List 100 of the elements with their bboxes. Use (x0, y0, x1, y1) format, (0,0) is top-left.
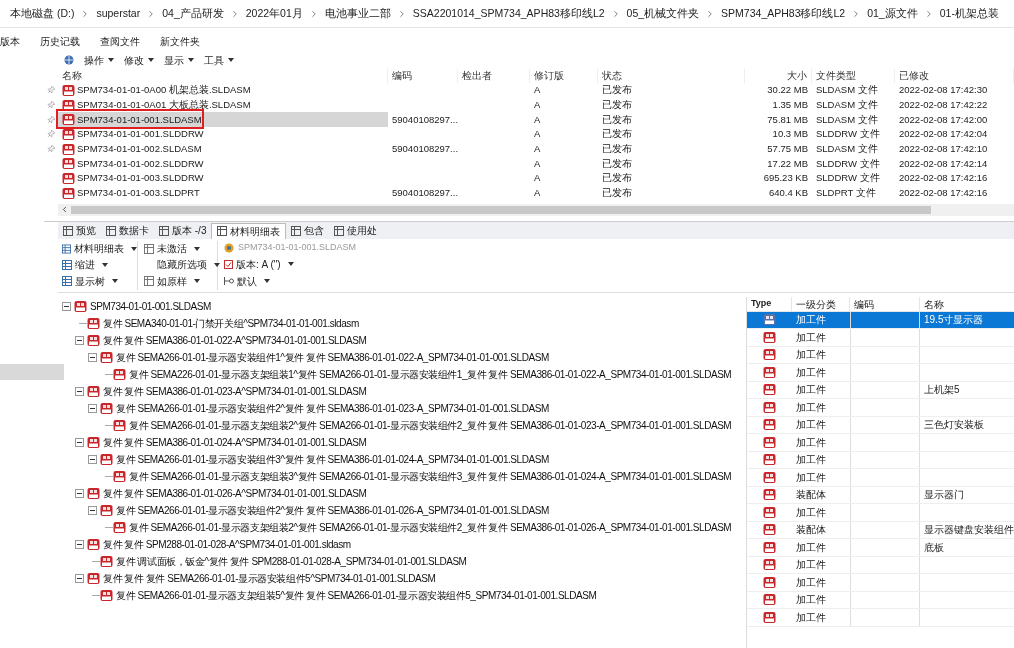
file-name-cell[interactable]: SPM734-01-01-002.SLDASM (58, 141, 388, 157)
tree-item[interactable]: 复件 SEMA226-01-01-显示器支架组装1^复件 SEMA266-01-01-显示器安装组件1_复件 复件 SEMA386-01-01-022-A_SPM734-01-01-001.SLDASM (129, 366, 732, 382)
breadcrumb-item[interactable]: SPM734_APH83移印线L2 (721, 5, 846, 22)
column-header[interactable]: 一级分类 (792, 296, 850, 311)
column-header[interactable]: 编码 (850, 296, 920, 311)
tab[interactable]: 材料明细表 (211, 222, 287, 239)
ribbon-button[interactable]: 材料明细表 (62, 241, 137, 257)
column-header[interactable]: 名称 (920, 296, 1014, 311)
tree-item[interactable]: SPM734-01-01-001.SLDASM (90, 298, 211, 314)
bom-row[interactable]: 加工件 (747, 469, 1014, 487)
column-header[interactable]: 检出者 (458, 69, 530, 83)
tree-item[interactable]: 复件 复件 复件 SEMA266-01-01-显示器安装组件5^SPM734-01-01-001.SLDASM (103, 570, 436, 586)
tree-item[interactable]: 复件 SEMA266-01-01-显示器支架组装3^复件 SEMA266-01-01-显示器安装组件3_复件 复件 SEMA386-01-01-024-A_SPM734-01-01-001.SLDASM (129, 468, 732, 484)
collapse-icon[interactable] (75, 573, 84, 583)
bom-row[interactable]: 装配体 显示器键盘安装组件 (747, 521, 1014, 539)
collapse-icon[interactable] (75, 386, 84, 396)
tree-item[interactable]: 复件 SEMA266-01-01-显示器安装组件3^复件 复件 SEMA386-01-01-024-A_SPM734-01-01-001.SLDASM (116, 451, 549, 467)
tree-item[interactable]: 复件 SEMA340-01-01-门禁开关组^SPM734-01-01-001.sldasm (103, 315, 359, 331)
breadcrumb-item[interactable]: 04_产品研发 (162, 5, 224, 22)
column-header[interactable]: 文件类型 (812, 69, 895, 83)
menu-tab[interactable]: 查阅文件 (100, 33, 140, 49)
bom-row[interactable]: 加工件 上机架5 (747, 381, 1014, 399)
bom-row[interactable]: 加工件 (747, 556, 1014, 574)
breadcrumb-item[interactable]: superstar (96, 5, 141, 22)
collapse-icon[interactable] (75, 539, 84, 549)
ribbon-button[interactable]: 显示树 (62, 273, 137, 289)
breadcrumb-item[interactable]: 01_源文件 (867, 5, 918, 22)
tree-item[interactable]: 复件 SEMA266-01-01-显示器支架组装2^复件 SEMA266-01-01-显示器安装组件2_复件 复件 SEMA386-01-01-023-A_SPM734-01-01-001.SLDASM (129, 417, 732, 433)
collapse-icon[interactable] (75, 335, 84, 345)
toolbar-menu-button[interactable]: 修改 (124, 52, 154, 68)
column-header[interactable]: 修订版 (530, 69, 598, 83)
bom-row[interactable]: 加工件 (747, 591, 1014, 609)
bom-row[interactable]: 加工件 (747, 346, 1014, 364)
tree-item[interactable]: 复件 SEMA266-01-01-显示器安装组件2^复件 复件 SEMA386-01-01-026-A_SPM734-01-01-001.SLDASM (116, 502, 549, 518)
ribbon-button[interactable]: 如原样 (144, 273, 217, 289)
tree-item[interactable]: 复件 调试面板，钣金^复件 复件 SPM288-01-01-028-A_SPM734-01-01-001.SLDASM (116, 553, 467, 569)
breadcrumb-item[interactable]: 01-机架总装 (939, 5, 999, 22)
column-header[interactable]: 编码 (388, 69, 458, 83)
ribbon-button[interactable]: 未激活 (144, 241, 217, 257)
file-name-cell[interactable]: SPM734-01-01-0A01 大板总装.SLDASM (58, 97, 388, 113)
bom-row[interactable]: 加工件 (747, 434, 1014, 452)
toolbar-menu-button[interactable]: 工具 (204, 52, 234, 68)
bom-row[interactable]: 加工件 (747, 504, 1014, 522)
file-name-cell[interactable]: SPM734-01-01-002.SLDDRW (58, 156, 388, 172)
collapse-icon[interactable] (75, 488, 84, 498)
column-header[interactable]: Type (747, 296, 792, 311)
pin-icon[interactable] (45, 114, 57, 126)
tab[interactable]: 使用处 (329, 222, 383, 239)
toolbar-menu-button[interactable]: 操作 (84, 52, 114, 68)
horizontal-scrollbar[interactable] (58, 203, 1014, 216)
column-header[interactable]: 大小 (745, 69, 812, 83)
menu-tab[interactable]: 版本 (0, 33, 20, 49)
column-header[interactable]: 名称 (58, 69, 388, 83)
tree-item[interactable]: 复件 复件 SPM288-01-01-028-A^SPM734-01-01-001.sldasm (103, 536, 351, 552)
tree-item[interactable]: 复件 复件 SEMA386-01-01-024-A^SPM734-01-01-001.SLDASM (103, 434, 367, 450)
tab[interactable]: 数据卡 (101, 222, 154, 239)
collapse-icon[interactable] (88, 403, 97, 413)
bom-row[interactable]: 加工件 (747, 609, 1014, 627)
tab[interactable]: 版本 -/3 (154, 222, 212, 239)
breadcrumb-item[interactable]: 电池事业二部 (324, 5, 391, 22)
collapse-icon[interactable] (62, 301, 71, 311)
bom-row[interactable]: 加工件 (747, 329, 1014, 347)
tree-item[interactable]: 复件 复件 SEMA386-01-01-022-A^SPM734-01-01-001.SLDASM (103, 332, 367, 348)
breadcrumb-item[interactable]: 05_机械文件夹 (626, 5, 700, 22)
breadcrumb-item[interactable]: 2022年01月 (245, 5, 303, 22)
tab[interactable]: 预览 (58, 222, 101, 239)
bom-row[interactable]: 加工件 (747, 574, 1014, 592)
tree-item[interactable]: 复件 SEMA266-01-01-显示器支架组装2^复件 SEMA266-01-01-显示器安装组件2_复件 复件 SEMA386-01-01-026-A_SPM734-01-01-001.SLDASM (129, 519, 732, 535)
tree-item[interactable]: 复件 复件 SEMA386-01-01-026-A^SPM734-01-01-001.SLDASM (103, 485, 367, 501)
checkbox-icon[interactable] (224, 259, 233, 269)
breadcrumb-item[interactable]: SSA2201014_SPM734_APH83移印线L2 (412, 5, 605, 22)
bom-row[interactable]: 加工件 (747, 364, 1014, 382)
bom-row[interactable]: 加工件 (747, 399, 1014, 417)
collapse-icon[interactable] (88, 505, 97, 515)
ribbon-button[interactable]: 缩进 (62, 257, 137, 273)
menu-tab[interactable]: 历史记载 (40, 33, 80, 49)
configuration-dropdown[interactable]: 默认 (224, 273, 357, 289)
column-header[interactable]: 状态 (598, 69, 745, 83)
tree-item[interactable]: 复件 复件 SEMA386-01-01-023-A^SPM734-01-01-001.SLDASM (103, 383, 367, 399)
toolbar-menu-button[interactable]: 显示 (164, 52, 194, 68)
menu-tab[interactable]: 新文件夹 (160, 33, 200, 49)
collapse-icon[interactable] (88, 454, 97, 464)
collapse-icon[interactable] (88, 352, 97, 362)
file-name-cell[interactable]: SPM734-01-01-0A00 机架总装.SLDASM (58, 83, 388, 98)
tree-item[interactable]: 复件 SEMA266-01-01-显示器支架组装5^复件 复件 SEMA266-01-01-显示器安装组件5_SPM734-01-01-001.SLDASM (116, 587, 597, 603)
tree-item[interactable]: 复件 SEMA266-01-01-显示器安装组件1^复件 复件 SEMA386-01-01-022-A_SPM734-01-01-001.SLDASM (116, 349, 549, 365)
file-name-cell[interactable]: SPM734-01-01-003.SLDDRW (58, 171, 388, 186)
tab[interactable]: 包含 (286, 222, 330, 239)
version-dropdown[interactable]: 版本: A (") (224, 256, 357, 272)
breadcrumb-item[interactable]: 本地磁盘 (D:) (10, 5, 75, 22)
scroll-left-icon[interactable] (60, 205, 69, 214)
ribbon-button[interactable]: 隐藏所选项 (144, 257, 217, 273)
bom-row[interactable]: 加工件 (747, 451, 1014, 469)
file-name-cell[interactable]: SPM734-01-01-003.SLDPRT (58, 185, 388, 201)
file-name-cell[interactable]: SPM734-01-01-001.SLDDRW (58, 127, 388, 142)
bom-row[interactable]: 装配体 显示器门 (747, 486, 1014, 504)
bom-row[interactable]: 加工件 三色灯安装板 (747, 416, 1014, 434)
collapse-icon[interactable] (75, 437, 84, 447)
bom-row[interactable]: 加工件 底板 (747, 539, 1014, 557)
tree-item[interactable]: 复件 SEMA266-01-01-显示器安装组件2^复件 复件 SEMA386-01-01-023-A_SPM734-01-01-001.SLDASM (116, 400, 549, 416)
